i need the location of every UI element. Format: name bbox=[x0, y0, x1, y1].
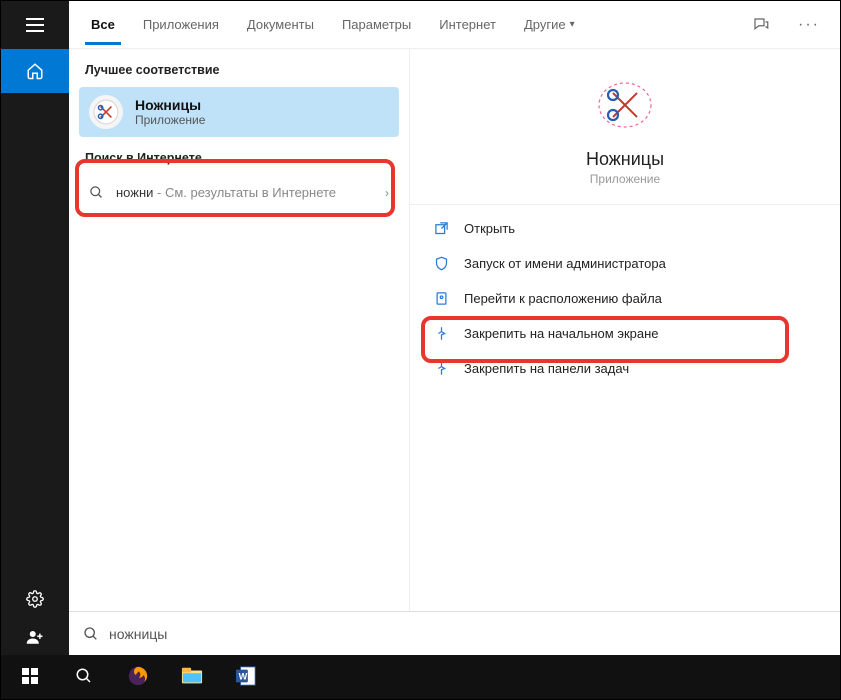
web-query: ножни bbox=[116, 185, 153, 200]
search-box[interactable]: ножницы bbox=[69, 611, 840, 656]
taskbar-search-icon[interactable] bbox=[61, 659, 107, 695]
action-open-label: Открыть bbox=[464, 221, 515, 236]
section-web-search: Поиск в Интернете bbox=[69, 137, 409, 175]
tab-more[interactable]: Другие ▾ bbox=[522, 1, 577, 49]
start-rail bbox=[1, 1, 69, 656]
taskbar: W bbox=[1, 655, 840, 699]
action-open-location-label: Перейти к расположению файла bbox=[464, 291, 662, 306]
result-subtitle: Приложение bbox=[135, 113, 205, 127]
pin-taskbar-icon bbox=[432, 361, 450, 376]
svg-text:W: W bbox=[239, 672, 248, 682]
tab-more-label: Другие bbox=[524, 17, 566, 32]
folder-location-icon bbox=[432, 291, 450, 306]
more-options-icon[interactable]: ··· bbox=[798, 16, 820, 34]
tab-settings[interactable]: Параметры bbox=[340, 1, 413, 49]
chevron-right-icon: › bbox=[385, 186, 389, 200]
action-pin-start[interactable]: Закрепить на начальном экране bbox=[424, 316, 826, 351]
tab-docs[interactable]: Документы bbox=[245, 1, 316, 49]
scissors-icon bbox=[89, 95, 123, 129]
detail-pane: Ножницы Приложение Открыть bbox=[409, 49, 840, 611]
shield-icon bbox=[432, 256, 450, 271]
result-title: Ножницы bbox=[135, 97, 205, 113]
action-pin-taskbar[interactable]: Закрепить на панели задач bbox=[424, 351, 826, 386]
results-column: Лучшее соответствие Ножницы Приложение П… bbox=[69, 49, 409, 611]
tab-apps[interactable]: Приложения bbox=[141, 1, 221, 49]
taskbar-firefox-icon[interactable] bbox=[115, 659, 161, 695]
detail-subtitle: Приложение bbox=[410, 172, 840, 186]
search-icon bbox=[89, 185, 104, 200]
web-search-result[interactable]: ножни - См. результаты в Интернете › bbox=[79, 175, 399, 210]
chevron-down-icon: ▾ bbox=[570, 19, 575, 30]
user-icon[interactable] bbox=[26, 628, 44, 646]
pin-start-icon bbox=[432, 326, 450, 341]
taskbar-explorer-icon[interactable] bbox=[169, 659, 215, 695]
search-value: ножницы bbox=[109, 626, 167, 642]
section-best-match: Лучшее соответствие bbox=[69, 49, 409, 87]
tab-all[interactable]: Все bbox=[89, 1, 117, 49]
action-pin-taskbar-label: Закрепить на панели задач bbox=[464, 361, 629, 376]
action-run-admin-label: Запуск от имени администратора bbox=[464, 256, 666, 271]
settings-icon[interactable] bbox=[26, 590, 44, 608]
detail-title: Ножницы bbox=[410, 149, 840, 170]
open-icon bbox=[432, 221, 450, 236]
action-run-admin[interactable]: Запуск от имени администратора bbox=[424, 246, 826, 281]
feedback-icon[interactable] bbox=[752, 16, 770, 34]
filter-tabs: Все Приложения Документы Параметры Интер… bbox=[69, 1, 840, 49]
action-open-location[interactable]: Перейти к расположению файла bbox=[424, 281, 826, 316]
action-open[interactable]: Открыть bbox=[424, 211, 826, 246]
app-large-icon bbox=[593, 73, 657, 137]
web-suffix: - См. результаты в Интернете bbox=[153, 185, 336, 200]
result-app-snipping[interactable]: Ножницы Приложение bbox=[79, 87, 399, 137]
start-button[interactable] bbox=[7, 659, 53, 695]
home-icon[interactable] bbox=[1, 49, 69, 93]
search-panel: Все Приложения Документы Параметры Интер… bbox=[69, 1, 840, 611]
taskbar-word-icon[interactable]: W bbox=[223, 659, 269, 695]
tab-internet[interactable]: Интернет bbox=[437, 1, 498, 49]
search-icon bbox=[83, 626, 99, 642]
action-pin-start-label: Закрепить на начальном экране bbox=[464, 326, 659, 341]
hamburger-icon[interactable] bbox=[1, 1, 69, 49]
